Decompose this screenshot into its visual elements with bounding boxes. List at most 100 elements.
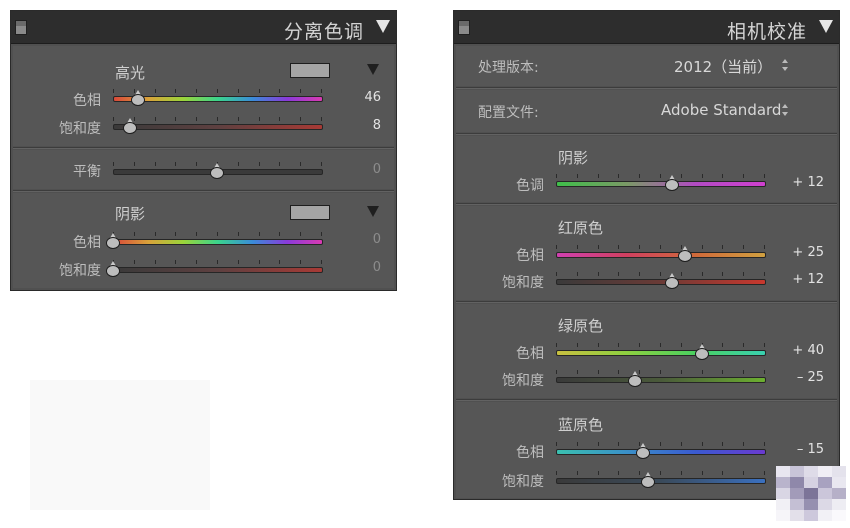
- panel-header[interactable]: 分离色调: [11, 11, 396, 44]
- slider-tick: [702, 174, 703, 178]
- slider-tick: [702, 370, 703, 374]
- slider-ticks: [113, 260, 322, 264]
- shadows-hue-value[interactable]: 0: [335, 232, 381, 247]
- highlights-hue-value[interactable]: 46: [335, 90, 381, 105]
- slider-thumb[interactable]: [694, 344, 709, 360]
- slider-thumb[interactable]: [106, 261, 120, 277]
- slider-thumb[interactable]: [106, 233, 120, 249]
- slider-tick: [702, 272, 703, 276]
- highlights-picker-triangle-icon[interactable]: [367, 64, 379, 75]
- process-version-spinner-icon[interactable]: [782, 59, 790, 73]
- red-saturation-slider-track[interactable]: [556, 279, 766, 285]
- slider-thumb[interactable]: [640, 472, 655, 488]
- shadows-picker-triangle-icon[interactable]: [367, 206, 379, 217]
- slider-tick: [639, 245, 640, 249]
- shadows-saturation-value[interactable]: 0: [335, 260, 381, 275]
- slider-tick: [764, 370, 765, 374]
- slider-tick: [279, 260, 280, 264]
- slider-thumb[interactable]: [130, 90, 145, 106]
- slider-tick: [175, 89, 176, 93]
- slider-tick: [556, 370, 557, 374]
- panel-toggle-switch[interactable]: [15, 20, 27, 35]
- slider-tick: [196, 260, 197, 264]
- green-saturation-slider-track[interactable]: [556, 377, 766, 383]
- slider-thumb[interactable]: [665, 175, 680, 191]
- highlights-label: 高光: [115, 64, 146, 82]
- slider-thumb[interactable]: [677, 246, 692, 262]
- balance-value[interactable]: 0: [335, 162, 381, 177]
- divider: [456, 203, 837, 205]
- slider-tick: [722, 471, 723, 475]
- slider-tick: [702, 442, 703, 446]
- highlights-hue-label: 色相: [73, 93, 101, 109]
- profile-spinner-icon[interactable]: [782, 104, 790, 118]
- green-hue-label: 色相: [516, 346, 544, 362]
- slider-thumb[interactable]: [210, 163, 224, 179]
- slider-tick: [764, 245, 765, 249]
- slider-tick: [764, 471, 765, 475]
- process-version-dropdown[interactable]: 2012（当前）: [674, 56, 772, 77]
- slider-tick: [556, 471, 557, 475]
- collapse-triangle-icon[interactable]: [819, 20, 833, 33]
- slider-thumb[interactable]: [122, 118, 137, 134]
- slider-tick: [259, 232, 260, 236]
- red-hue-value[interactable]: + 25: [774, 245, 824, 260]
- divider: [456, 301, 837, 303]
- panel-toggle-switch[interactable]: [458, 20, 470, 35]
- slider-ticks: [556, 442, 765, 446]
- panel-header[interactable]: 相机校准: [454, 11, 839, 44]
- shadows-color-swatch[interactable]: [290, 205, 330, 220]
- highlights-saturation-slider-track[interactable]: [113, 124, 323, 130]
- highlights-section: 高光 色相 46 饱和度 8: [13, 46, 394, 146]
- slider-ticks: [113, 117, 322, 121]
- slider-tick: [155, 260, 156, 264]
- shadows-tint-slider-track[interactable]: [556, 181, 766, 187]
- collapse-triangle-icon[interactable]: [376, 20, 390, 33]
- slider-tick: [175, 117, 176, 121]
- slider-tick: [175, 260, 176, 264]
- slider-tick: [196, 117, 197, 121]
- slider-tick: [556, 343, 557, 347]
- slider-tick: [660, 174, 661, 178]
- highlights-color-swatch[interactable]: [290, 63, 330, 78]
- blue-hue-slider-track[interactable]: [556, 449, 766, 455]
- slider-tick: [764, 174, 765, 178]
- calibration-shadows-section: 阴影 色调 + 12: [456, 136, 837, 202]
- shadows-tint-value[interactable]: + 12: [774, 175, 824, 190]
- slider-tick: [743, 272, 744, 276]
- slider-tick: [639, 343, 640, 347]
- slider-tick: [722, 245, 723, 249]
- slider-tick: [321, 232, 322, 236]
- red-hue-slider-track[interactable]: [556, 252, 766, 258]
- shadows-hue-slider-track[interactable]: [113, 239, 323, 245]
- slider-tick: [300, 260, 301, 264]
- slider-tick: [618, 442, 619, 446]
- green-hue-slider-track[interactable]: [556, 350, 766, 356]
- profile-label: 配置文件:: [478, 105, 539, 121]
- green-hue-value[interactable]: + 40: [774, 343, 824, 358]
- green-saturation-value[interactable]: – 25: [774, 370, 824, 385]
- slider-tick: [577, 174, 578, 178]
- slider-tick: [238, 232, 239, 236]
- slider-ticks: [113, 232, 322, 236]
- green-saturation-label: 饱和度: [502, 373, 544, 389]
- divider: [456, 399, 837, 401]
- slider-tick: [577, 343, 578, 347]
- highlights-saturation-value[interactable]: 8: [335, 118, 381, 133]
- slider-thumb[interactable]: [636, 443, 651, 459]
- blue-hue-value[interactable]: – 15: [774, 442, 824, 457]
- slider-ticks: [556, 370, 765, 374]
- slider-tick: [196, 162, 197, 166]
- slider-thumb[interactable]: [665, 273, 680, 289]
- slider-tick: [556, 245, 557, 249]
- slider-tick: [321, 162, 322, 166]
- slider-tick: [556, 442, 557, 446]
- blue-saturation-slider-track[interactable]: [556, 478, 766, 484]
- slider-tick: [681, 343, 682, 347]
- shadows-saturation-slider-track[interactable]: [113, 267, 323, 273]
- shadows-hue-label: 色相: [73, 235, 101, 251]
- red-saturation-value[interactable]: + 12: [774, 272, 824, 287]
- profile-dropdown[interactable]: Adobe Standard: [661, 101, 781, 119]
- slider-thumb[interactable]: [628, 371, 643, 387]
- slider-tick: [577, 471, 578, 475]
